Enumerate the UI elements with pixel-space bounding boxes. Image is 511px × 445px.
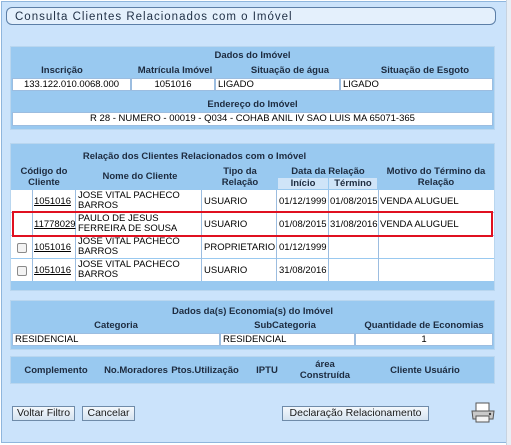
endereco-label: Endereço do Imóvel bbox=[207, 99, 298, 110]
cliente-motivo: VENDA ALUGUEL bbox=[380, 196, 459, 207]
col-categoria: Categoria bbox=[94, 320, 138, 331]
cliente-checkbox[interactable] bbox=[17, 266, 27, 276]
clientes-header: Relação dos Clientes Relacionados com o … bbox=[82, 151, 307, 162]
cliente-tipo: USUARIO bbox=[204, 196, 248, 207]
col-inicio: Início bbox=[278, 178, 328, 189]
col-situacao-esgoto: Situação de Esgoto bbox=[380, 65, 470, 76]
situacao-agua-value: LIGADO bbox=[215, 78, 340, 91]
matricula-value: 1051016 bbox=[131, 78, 215, 91]
inscricao-value: 133.122.010.0068.000 bbox=[12, 78, 131, 91]
cliente-codigo-link[interactable]: 1051016 bbox=[34, 242, 71, 253]
economias-header: Dados da(s) Economia(s) do Imóvel bbox=[172, 306, 333, 317]
col-complemento: Complemento bbox=[24, 365, 88, 376]
categoria-value: RESIDENCIAL bbox=[12, 333, 220, 346]
printer-icon[interactable] bbox=[470, 402, 496, 424]
cliente-nome: JOSE VITAL PACHECO BARROS bbox=[78, 236, 180, 257]
quantidade-value: 1 bbox=[355, 333, 493, 346]
col-motivo: Motivo do Término da Relação bbox=[386, 166, 486, 188]
cliente-nome: JOSE VITAL PACHECO BARROS bbox=[78, 259, 180, 280]
cliente-inicio: 01/12/1999 bbox=[279, 196, 327, 207]
voltar-filtro-button[interactable]: Voltar Filtro bbox=[12, 406, 75, 421]
cliente-termino: 01/08/2015 bbox=[330, 196, 378, 207]
cliente-checkbox[interactable] bbox=[17, 243, 27, 253]
declaracao-relacionamento-button[interactable]: Declaração Relacionamento bbox=[282, 406, 429, 421]
col-codigo: Código do Cliente bbox=[20, 166, 68, 188]
cliente-inicio: 31/08/2016 bbox=[279, 265, 327, 276]
subcategoria-value: RESIDENCIAL bbox=[220, 333, 355, 346]
cliente-codigo-link[interactable]: 1051016 bbox=[34, 265, 71, 276]
col-iptu: IPTU bbox=[256, 365, 278, 376]
col-ptos-utilizacao: Ptos.Utilização bbox=[171, 365, 239, 376]
col-area-construida: área Construída bbox=[299, 359, 351, 381]
col-situacao-agua: Situação de água bbox=[250, 65, 330, 76]
cliente-codigo-link[interactable]: 1051016 bbox=[34, 196, 71, 207]
cliente-inicio: 01/12/1999 bbox=[279, 242, 327, 253]
col-subcategoria: SubCategoria bbox=[254, 320, 316, 331]
cliente-tipo: PROPRIETARIO bbox=[204, 242, 276, 253]
col-matricula: Matrícula Imóvel bbox=[137, 65, 213, 76]
endereco-value: R 28 - NUMERO - 00019 - Q034 - COHAB ANI… bbox=[12, 112, 493, 126]
col-quantidade: Quantidade de Economias bbox=[364, 320, 484, 331]
col-termino: Término bbox=[329, 178, 377, 189]
cliente-tipo: USUARIO bbox=[204, 265, 248, 276]
situacao-esgoto-value: LIGADO bbox=[340, 78, 493, 91]
col-nome: Nome do Cliente bbox=[102, 171, 178, 182]
col-moradores: No.Moradores bbox=[104, 365, 168, 376]
col-cliente-usuario: Cliente Usuário bbox=[390, 365, 460, 376]
col-inscricao: Inscrição bbox=[41, 65, 83, 76]
col-data-relacao: Data da Relação bbox=[291, 166, 365, 177]
cliente-nome: JOSE VITAL PACHECO BARROS bbox=[78, 190, 180, 211]
cancelar-button[interactable]: Cancelar bbox=[82, 406, 135, 421]
page-title: Consulta Clientes Relacionados com o Imó… bbox=[6, 7, 496, 25]
highlight-box bbox=[12, 211, 493, 237]
col-tipo: Tipo da Relação bbox=[221, 166, 259, 188]
dados-imovel-header: Dados do Imóvel bbox=[214, 50, 291, 61]
vertical-scrollbar[interactable] bbox=[506, 0, 511, 445]
